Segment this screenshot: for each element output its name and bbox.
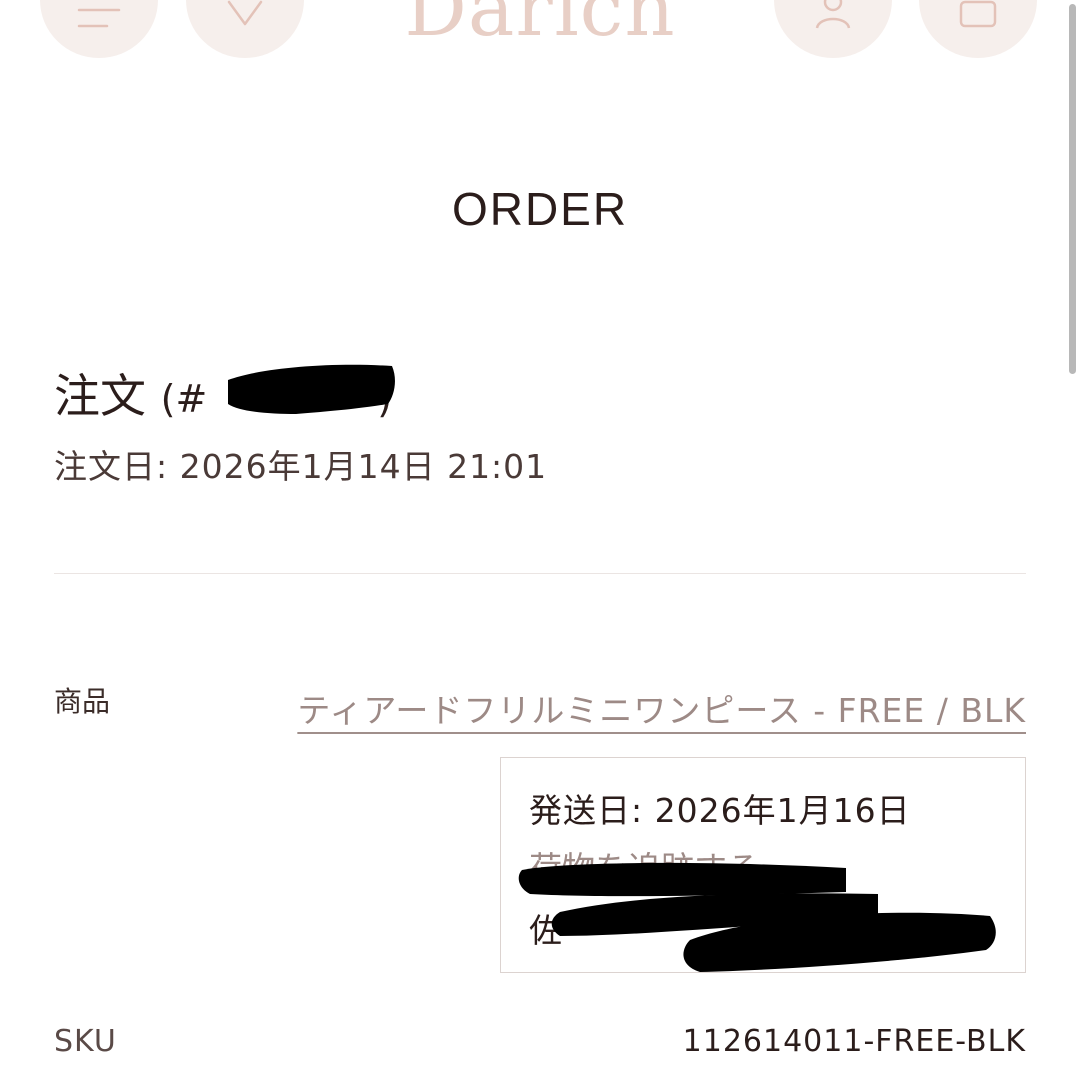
divider bbox=[54, 573, 1026, 574]
product-label: 商品 bbox=[54, 685, 111, 718]
cart-icon bbox=[958, 0, 998, 30]
ship-date: 発送日: 2026年1月16日 bbox=[529, 791, 911, 830]
account-button[interactable] bbox=[774, 0, 892, 58]
sku-label: SKU bbox=[54, 1024, 117, 1059]
order-label: 注文 bbox=[54, 369, 146, 423]
sku-value: 112614011-FREE-BLK bbox=[682, 1024, 1026, 1059]
product-link[interactable]: ティアードフリルミニワンピース - FREE / BLK bbox=[297, 684, 1026, 732]
page-title: ORDER bbox=[451, 183, 629, 235]
cart-button[interactable] bbox=[919, 0, 1037, 58]
track-package-link[interactable]: 荷物を追跡する bbox=[529, 842, 760, 890]
order-heading: 注文 (#) bbox=[54, 360, 392, 426]
order-number: (#) bbox=[160, 377, 393, 421]
user-icon bbox=[813, 0, 853, 30]
brand-logo[interactable]: Darich bbox=[0, 0, 1080, 48]
carrier-info: 佐 bbox=[529, 911, 562, 950]
shipping-info-box: 発送日: 2026年1月16日 荷物を追跡する 佐 bbox=[500, 757, 1026, 973]
order-date: 注文日: 2026年1月14日 21:01 bbox=[54, 447, 548, 486]
site-header: Darich bbox=[0, 0, 1080, 70]
